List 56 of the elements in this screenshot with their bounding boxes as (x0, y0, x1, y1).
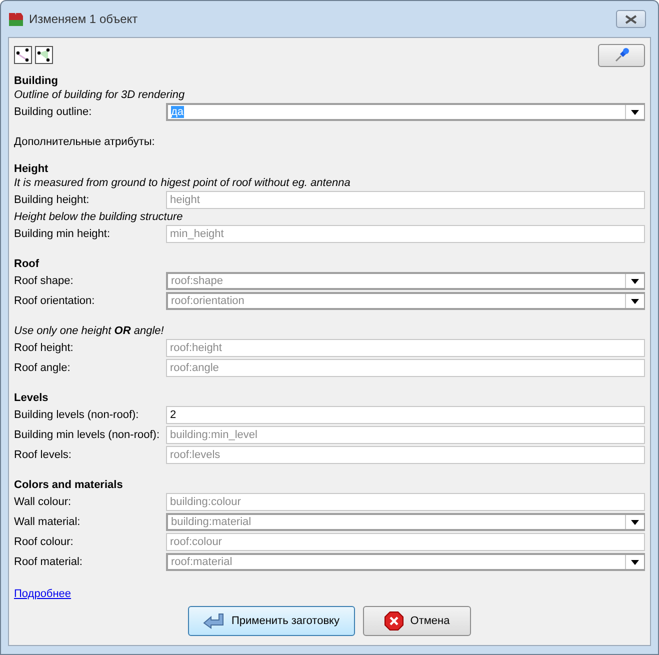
input-field[interactable]: building:colour (166, 493, 645, 511)
hint-text: Use only one height OR angle! (14, 324, 165, 338)
field-label: Roof levels: (14, 449, 72, 461)
input-field[interactable]: height (166, 191, 645, 209)
close-icon (625, 14, 637, 24)
hint-text: Outline of building for 3D rendering (14, 88, 186, 102)
input-field[interactable]: building:min_level (166, 426, 645, 444)
caret-icon (631, 520, 639, 524)
field-label: Building min height: (14, 228, 112, 240)
combo-box[interactable]: roof:material (166, 553, 645, 571)
field-label: Roof material: (14, 556, 84, 568)
combo-box[interactable]: roof:shape (166, 272, 645, 290)
combo-box[interactable]: building:material (166, 513, 645, 531)
field-label: Wall colour: (14, 496, 72, 508)
field-label: Building height: (14, 194, 90, 206)
combo-box[interactable]: да (166, 103, 645, 121)
field-label: Roof height: (14, 342, 74, 354)
field-label: Roof shape: (14, 275, 74, 287)
area-shape-icon[interactable] (35, 46, 53, 64)
section-heading: Building (14, 74, 59, 88)
section-heading: Colors and materials (14, 478, 124, 492)
line-shape-icon[interactable] (14, 46, 32, 64)
field-label: Building levels (non-roof): (14, 409, 140, 421)
combo-box[interactable]: roof:orientation (166, 292, 645, 310)
field-label: Roof orientation: (14, 295, 96, 307)
section-heading: Levels (14, 391, 50, 405)
section-heading: Roof (14, 257, 40, 271)
input-field[interactable]: roof:colour (166, 533, 645, 551)
cancel-icon (384, 611, 404, 631)
more-link[interactable]: Подробнее (14, 588, 72, 600)
pin-icon (614, 47, 630, 63)
cancel-button[interactable]: Отмена (363, 606, 471, 636)
input-field[interactable]: roof:levels (166, 446, 645, 464)
input-field[interactable]: roof:angle (166, 359, 645, 377)
apply-button[interactable]: Применить заготовку (188, 606, 355, 636)
input-field[interactable]: roof:height (166, 339, 645, 357)
field-label: Roof angle: (14, 362, 72, 374)
field-label: Roof colour: (14, 536, 74, 548)
field-label: Building min levels (non-roof): (14, 429, 161, 441)
caret-icon (631, 560, 639, 564)
caret-icon (631, 298, 639, 304)
pin-button[interactable] (598, 44, 645, 66)
caret-icon (631, 278, 639, 284)
caret-icon (631, 110, 639, 114)
hint-text: It is measured from ground to higest point of roof without eg. antenna (14, 176, 352, 190)
input-field[interactable]: min_height (166, 225, 645, 243)
field-label: Wall material: (14, 516, 82, 528)
section-label: Дополнительные атрибуты: (14, 135, 156, 149)
close-button[interactable] (616, 10, 646, 28)
input-field[interactable]: 2 (166, 406, 645, 424)
arrow-icon (203, 612, 226, 630)
window-title: Изменяем 1 объект (29, 12, 138, 26)
field-label: Building outline: (14, 106, 93, 118)
section-heading: Height (14, 162, 50, 176)
hint-text: Height below the building structure (14, 210, 184, 224)
app-logo-icon (8, 11, 24, 27)
